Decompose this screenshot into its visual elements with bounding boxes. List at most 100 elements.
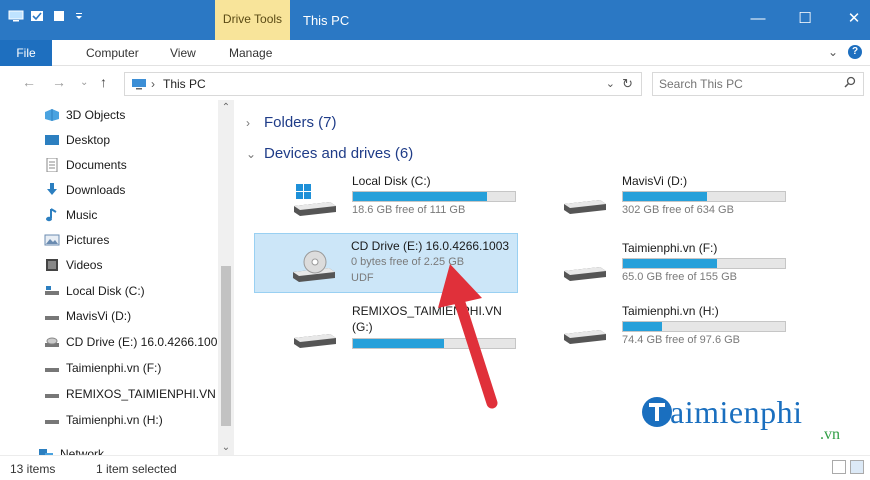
- back-button[interactable]: ←: [22, 74, 36, 90]
- videos-icon: [44, 258, 60, 272]
- drive-icon: [44, 309, 60, 323]
- maximize-button[interactable]: ☐: [793, 8, 817, 30]
- drive-free-space: 65.0 GB free of 155 GB: [622, 271, 737, 283]
- drive-usage-bar: [622, 191, 786, 202]
- annotation-arrow: [438, 264, 498, 409]
- nav-item-mavisvi-d[interactable]: MavisVi (D:): [44, 305, 131, 327]
- ribbon-controls: ⌄ ?: [828, 45, 862, 59]
- customize-toolbar-icon[interactable]: [74, 10, 88, 22]
- forward-button[interactable]: →: [52, 74, 66, 90]
- drive-name: MavisVi (D:): [622, 174, 688, 188]
- tab-manage[interactable]: Manage: [229, 40, 272, 66]
- desktop-icon: [44, 133, 60, 147]
- nav-item-label: Pictures: [66, 233, 110, 247]
- tab-view[interactable]: View: [170, 40, 196, 66]
- nav-item-label: Videos: [66, 258, 103, 272]
- navigation-pane: 3D Objects Desktop Documents Downloads M…: [0, 100, 238, 455]
- scroll-up-icon[interactable]: ⌃: [218, 102, 234, 113]
- selection-count: 1 item selected: [96, 462, 177, 476]
- drive-usage-fill: [353, 192, 488, 201]
- nav-item-label: Music: [66, 208, 98, 222]
- up-button[interactable]: ↑: [100, 74, 107, 90]
- drive-tile-d[interactable]: MavisVi (D:) 302 GB free of 634 GB: [526, 168, 786, 226]
- address-bar[interactable]: › This PC ⌄ ↻: [124, 72, 642, 96]
- nav-item-3d-objects[interactable]: 3D Objects: [44, 104, 125, 126]
- nav-item-downloads[interactable]: Downloads: [44, 179, 125, 201]
- drive-usage-fill: [623, 259, 717, 268]
- group-title: Folders (7): [264, 114, 337, 131]
- nav-item-label: Downloads: [66, 183, 126, 197]
- nav-item-cd-drive-e[interactable]: CD Drive (E:) 16.0.4266.1003: [44, 331, 224, 353]
- nav-scrollbar[interactable]: ⌃ ⌄: [218, 100, 234, 455]
- drive-name-line2: (G:): [352, 320, 373, 334]
- chevron-down-icon: ⌄: [246, 146, 257, 161]
- recent-locations-button[interactable]: ⌄: [80, 77, 88, 88]
- search-icon[interactable]: [844, 76, 856, 91]
- nav-item-pictures[interactable]: Pictures: [44, 229, 109, 251]
- drive-usage-bar: [622, 258, 786, 269]
- nav-item-taimienphi-f[interactable]: Taimienphi.vn (F:): [44, 357, 161, 379]
- collapse-ribbon-icon[interactable]: ⌄: [828, 45, 838, 59]
- drive-tools-tab[interactable]: Drive Tools: [215, 0, 290, 40]
- nav-item-label: Taimienphi.vn (F:): [66, 361, 162, 375]
- tab-computer[interactable]: Computer: [86, 40, 139, 66]
- nav-item-label: MavisVi (D:): [66, 309, 132, 323]
- nav-item-label: Network: [60, 447, 105, 455]
- details-view-icon[interactable]: [832, 460, 846, 474]
- drive-tile-f[interactable]: Taimienphi.vn (F:) 65.0 GB free of 155 G…: [526, 235, 786, 293]
- devices-group-header[interactable]: ⌄ Devices and drives (6): [246, 145, 413, 162]
- watermark-domain: .vn: [820, 426, 840, 443]
- address-row: ← → ⌄ ↑ › This PC ⌄ ↻: [0, 66, 870, 100]
- drive-icon: [294, 334, 336, 348]
- watermark-brand: aimienphi: [670, 394, 803, 430]
- taimienphi-watermark: aimienphi .vn: [638, 388, 858, 448]
- ribbon-tabs: File Computer View Manage ⌄ ?: [0, 40, 870, 66]
- pc-icon[interactable]: [8, 10, 24, 22]
- nav-item-network[interactable]: Network: [38, 443, 104, 455]
- drive-free-space: 74.4 GB free of 97.6 GB: [622, 334, 741, 346]
- folders-group-header[interactable]: › Folders (7): [246, 114, 337, 131]
- drive-tile-c[interactable]: Local Disk (C:) 18.6 GB free of 111 GB: [256, 168, 516, 226]
- search-box: [652, 72, 864, 96]
- nav-item-label: REMIXOS_TAIMIENPHI.VN: [66, 387, 216, 401]
- scroll-thumb[interactable]: [221, 266, 231, 426]
- scroll-down-icon[interactable]: ⌄: [218, 442, 234, 453]
- drive-usage-bar: [352, 191, 516, 202]
- drive-free-space: 302 GB free of 634 GB: [622, 204, 734, 216]
- status-bar: 13 items 1 item selected: [0, 455, 870, 480]
- music-icon: [44, 208, 60, 222]
- network-icon: [38, 447, 54, 455]
- large-icons-view-icon[interactable]: [850, 460, 864, 474]
- drive-usage-fill: [623, 192, 708, 201]
- chevron-right-icon: ›: [246, 115, 250, 130]
- nav-item-documents[interactable]: Documents: [44, 154, 127, 176]
- close-button[interactable]: ✕: [842, 8, 866, 30]
- cd-drive-icon: [293, 250, 335, 282]
- nav-item-videos[interactable]: Videos: [44, 254, 102, 276]
- nav-item-desktop[interactable]: Desktop: [44, 129, 110, 151]
- local-disk-icon: [44, 284, 60, 298]
- drive-icon: [44, 387, 60, 401]
- drive-tile-h[interactable]: Taimienphi.vn (H:) 74.4 GB free of 97.6 …: [526, 298, 786, 356]
- drive-icon: [44, 413, 60, 427]
- new-folder-icon[interactable]: [52, 10, 66, 22]
- cd-drive-icon: [44, 335, 60, 349]
- nav-item-music[interactable]: Music: [44, 204, 97, 226]
- drive-free-space: 18.6 GB free of 111 GB: [352, 204, 466, 216]
- breadcrumb-this-pc[interactable]: This PC: [163, 77, 206, 91]
- search-input[interactable]: [659, 76, 829, 92]
- properties-icon[interactable]: [30, 10, 44, 22]
- address-history-button[interactable]: ⌄: [606, 77, 615, 90]
- pictures-icon: [44, 233, 60, 247]
- window-title: This PC: [303, 13, 350, 28]
- drive-name: Taimienphi.vn (F:): [622, 241, 718, 255]
- nav-item-local-disk-c[interactable]: Local Disk (C:): [44, 280, 145, 302]
- help-icon[interactable]: ?: [848, 45, 862, 59]
- tab-file[interactable]: File: [0, 40, 52, 66]
- minimize-button[interactable]: —: [746, 8, 770, 30]
- refresh-button[interactable]: ↻: [622, 76, 633, 92]
- nav-item-remixos-g[interactable]: REMIXOS_TAIMIENPHI.VN: [44, 383, 216, 405]
- nav-item-taimienphi-h[interactable]: Taimienphi.vn (H:): [44, 409, 163, 431]
- downloads-icon: [44, 183, 60, 197]
- drive-icon: [44, 361, 60, 375]
